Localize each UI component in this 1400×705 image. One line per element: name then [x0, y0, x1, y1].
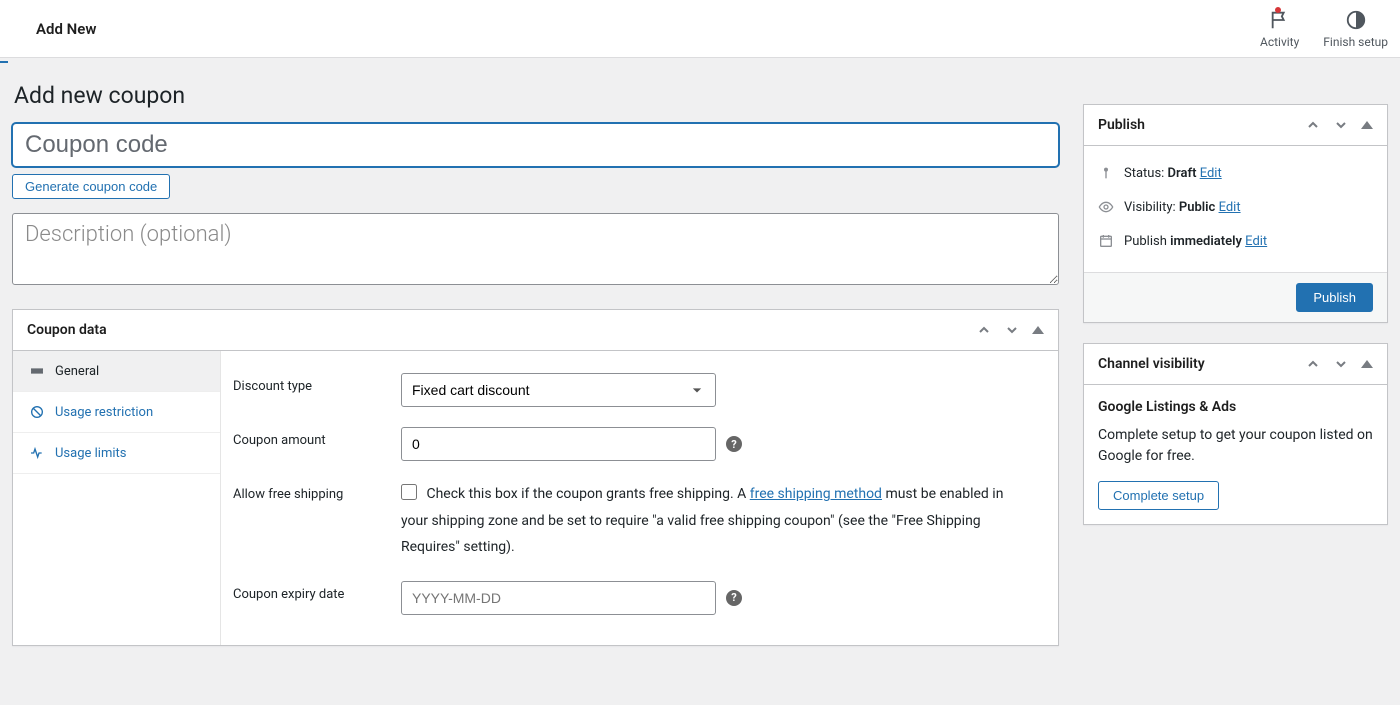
tab-usage-limits[interactable]: Usage limits: [13, 433, 220, 474]
tab-usage-limits-label: Usage limits: [55, 446, 126, 461]
active-indicator: [0, 61, 8, 63]
channel-visibility-box: Channel visibility Google Listings & Ads…: [1083, 343, 1388, 525]
publish-title: Publish: [1098, 117, 1145, 133]
channel-subtitle: Google Listings & Ads: [1098, 399, 1373, 415]
expiry-input[interactable]: [401, 581, 716, 615]
calendar-icon: [1098, 233, 1114, 249]
ticket-icon: [29, 363, 45, 379]
free-shipping-description: Check this box if the coupon grants free…: [401, 481, 1021, 561]
tab-general-label: General: [55, 364, 99, 379]
activity-button[interactable]: Activity: [1260, 9, 1299, 49]
progress-circle-icon: [1345, 9, 1367, 31]
channel-title: Channel visibility: [1098, 356, 1205, 372]
edit-visibility-link[interactable]: Edit: [1219, 200, 1241, 215]
discount-type-select[interactable]: Fixed cart discount: [401, 373, 716, 407]
edit-schedule-link[interactable]: Edit: [1245, 234, 1267, 249]
expiry-label: Coupon expiry date: [233, 581, 401, 602]
chevron-down-icon[interactable]: [1004, 322, 1020, 338]
edit-status-link[interactable]: Edit: [1200, 166, 1222, 181]
free-shipping-label: Allow free shipping: [233, 481, 401, 502]
coupon-amount-label: Coupon amount: [233, 427, 401, 448]
tab-usage-restriction[interactable]: Usage restriction: [13, 392, 220, 433]
tab-general[interactable]: General: [13, 351, 220, 392]
schedule-row: Publish immediately Edit: [1098, 224, 1373, 258]
coupon-code-input[interactable]: [12, 123, 1059, 167]
free-shipping-link[interactable]: free shipping method: [750, 486, 882, 502]
channel-description: Complete setup to get your coupon listed…: [1098, 425, 1373, 467]
free-shipping-checkbox[interactable]: [401, 484, 417, 500]
top-bar: Add New Activity Finish setup: [0, 0, 1400, 58]
coupon-data-title: Coupon data: [27, 322, 107, 338]
help-icon[interactable]: ?: [726, 436, 742, 452]
tab-usage-restriction-label: Usage restriction: [55, 405, 153, 420]
discount-type-label: Discount type: [233, 373, 401, 394]
page-title: Add new coupon: [12, 58, 1059, 123]
chevron-up-icon[interactable]: [976, 322, 992, 338]
complete-setup-button[interactable]: Complete setup: [1098, 481, 1219, 510]
eye-icon: [1098, 199, 1114, 215]
topbar-title: Add New: [36, 20, 96, 38]
coupon-data-box: Coupon data General Usage restriction: [12, 309, 1059, 646]
activity-label: Activity: [1260, 35, 1299, 49]
publish-box: Publish Status: Draft Edit Visibility: P…: [1083, 104, 1388, 323]
coupon-amount-input[interactable]: [401, 427, 716, 461]
help-icon[interactable]: ?: [726, 590, 742, 606]
limits-icon: [29, 445, 45, 461]
finish-setup-label: Finish setup: [1323, 35, 1388, 49]
coupon-tabs: General Usage restriction Usage limits: [13, 351, 221, 645]
finish-setup-button[interactable]: Finish setup: [1323, 9, 1388, 49]
publish-button[interactable]: Publish: [1296, 283, 1373, 312]
collapse-toggle-icon[interactable]: [1361, 121, 1373, 129]
description-textarea[interactable]: [12, 213, 1059, 285]
collapse-toggle-icon[interactable]: [1361, 360, 1373, 368]
chevron-up-icon[interactable]: [1305, 356, 1321, 372]
chevron-up-icon[interactable]: [1305, 117, 1321, 133]
visibility-row: Visibility: Public Edit: [1098, 190, 1373, 224]
collapse-toggle-icon[interactable]: [1032, 326, 1044, 334]
restriction-icon: [29, 404, 45, 420]
pin-icon: [1098, 165, 1114, 181]
generate-code-button[interactable]: Generate coupon code: [12, 174, 170, 199]
chevron-down-icon[interactable]: [1333, 117, 1349, 133]
notification-dot-icon: [1275, 7, 1281, 13]
chevron-down-icon[interactable]: [1333, 356, 1349, 372]
status-row: Status: Draft Edit: [1098, 156, 1373, 190]
